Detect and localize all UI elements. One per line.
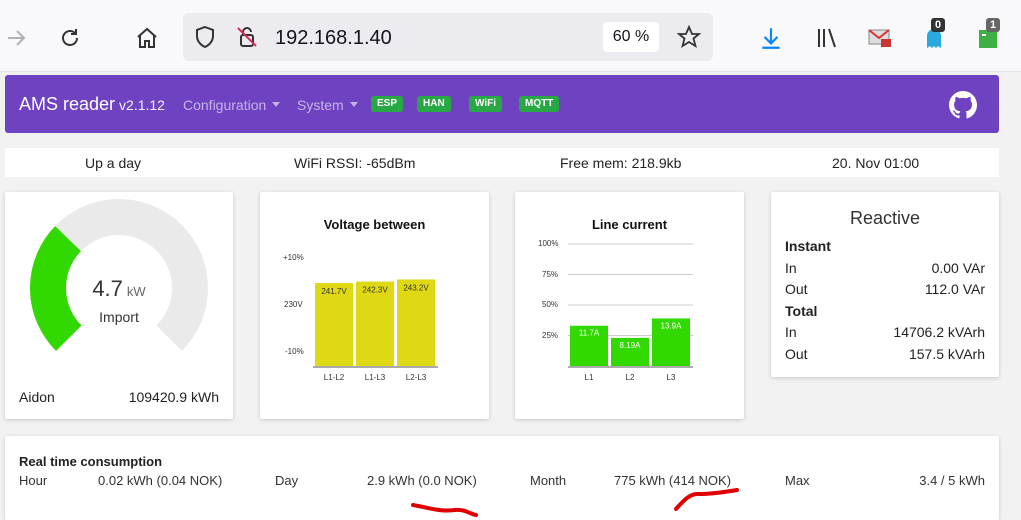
reload-icon[interactable] xyxy=(54,22,86,54)
voltage-bar-label: 243.2V xyxy=(403,283,429,292)
realtime-title: Real time consumption xyxy=(19,454,163,469)
gauge-value: 4.7 xyxy=(92,276,123,301)
status-pill-wifi: WiFi xyxy=(469,96,503,112)
meter-name: Aidon xyxy=(19,389,55,405)
home-icon[interactable] xyxy=(131,22,163,54)
reactive-card: Reactive Instant In 0.00 VAr Out 112.0 VAr… xyxy=(771,192,999,377)
system-status-bar: Up a day WiFi RSSI: -65dBm Free mem: 218… xyxy=(5,148,999,177)
month-value: 775 kWh (414 NOK) xyxy=(614,473,732,488)
row-label: Out xyxy=(785,281,808,297)
nav-system[interactable]: System xyxy=(297,97,358,113)
row-label: In xyxy=(785,324,797,340)
green-ext-badge: 1 xyxy=(986,18,1001,32)
shield-icon[interactable] xyxy=(189,21,221,53)
uptime-text: Up a day xyxy=(85,155,142,171)
nav-configuration-label: Configuration xyxy=(183,97,267,113)
status-pill-esp: ESP xyxy=(371,96,404,112)
voltage-chart: 241.7V L1-L2 242.3V L1-L3 243.2V L2-L3 xyxy=(313,279,438,382)
realtime-consumption-card: Real time consumption Hour 0.02 kWh (0.0… xyxy=(5,436,999,520)
reactive-instant-out-row: Out 112.0 VAr xyxy=(785,281,985,297)
extension-mail-icon[interactable] xyxy=(864,22,896,54)
voltage-bar-label: 242.3V xyxy=(362,286,388,295)
current-bar-label: 11.7A xyxy=(579,329,600,338)
reactive-total-out-row: Out 157.5 kVArh xyxy=(785,346,985,362)
gauge-value-wrap: 4.7 kW xyxy=(5,276,233,302)
chevron-down-icon xyxy=(272,102,281,107)
wifi-rssi-text: WiFi RSSI: -65dBm xyxy=(294,155,416,171)
reactive-instant-out-value: 112.0 VAr xyxy=(924,281,985,297)
free-mem-text: Free mem: 218.9kb xyxy=(560,155,682,171)
current-category-label: L2 xyxy=(626,373,635,382)
gauge-unit: kW xyxy=(126,284,146,299)
brand-version: v2.1.12 xyxy=(119,97,165,113)
current-category-label: L1 xyxy=(585,373,594,382)
reactive-instant-in-value: 0.00 VAr xyxy=(931,260,985,276)
current-bar-label: 8.19A xyxy=(620,341,642,350)
voltage-category-label: L2-L3 xyxy=(406,373,427,382)
reactive-total-in-row: In 14706.2 kVArh xyxy=(785,324,985,340)
current-category-label: L3 xyxy=(667,373,676,382)
current-chart: 11.7A L1 8.19A L2 13.9A L3 xyxy=(568,243,693,382)
month-label: Month xyxy=(530,473,567,488)
chevron-down-icon xyxy=(349,102,358,107)
reactive-total-heading: Total xyxy=(785,303,818,319)
voltage-card: Voltage between +10% 230V -10% 241.7V L1-… xyxy=(260,192,489,419)
reactive-instant-heading: Instant xyxy=(785,238,831,254)
row-label: In xyxy=(785,260,797,276)
zoom-indicator[interactable]: 60 % xyxy=(603,22,659,52)
current-card: Line current 100% 75% 50% 25% 11.7A L1 8.1… xyxy=(515,192,744,419)
reactive-instant-in-row: In 0.00 VAr xyxy=(785,260,985,276)
nav-system-label: System xyxy=(297,97,344,113)
voltage-bar-label: 241.7V xyxy=(321,287,347,296)
reactive-title: Reactive xyxy=(849,208,921,228)
github-icon[interactable] xyxy=(949,91,978,124)
url-text[interactable]: 192.168.1.40 xyxy=(275,27,392,50)
browser-toolbar: 192.168.1.40 60 % 0 1 xyxy=(0,0,1021,72)
datetime-text: 20. Nov 01:00 xyxy=(832,155,920,171)
max-label: Max xyxy=(785,473,810,488)
insecure-lock-icon[interactable] xyxy=(231,21,263,53)
bookmark-star-icon[interactable] xyxy=(673,21,705,53)
gauge-label: Import xyxy=(99,309,139,325)
nav-configuration[interactable]: Configuration xyxy=(183,97,281,113)
day-value: 2.9 kWh (0.0 NOK) xyxy=(367,473,477,488)
ghost-badge: 0 xyxy=(931,18,946,32)
brand[interactable]: AMS reader v2.1.12 xyxy=(19,94,165,115)
download-icon[interactable] xyxy=(755,22,787,54)
row-label: Out xyxy=(785,346,808,362)
current-bar-label: 13.9A xyxy=(661,321,683,330)
hour-value: 0.02 kWh (0.04 NOK) xyxy=(98,473,223,488)
status-pill-mqtt: MQTT xyxy=(519,96,560,112)
app-navbar: AMS reader v2.1.12 Configuration System E… xyxy=(5,75,999,133)
library-icon[interactable] xyxy=(811,22,843,54)
power-gauge-card: 4.7 kW Import Aidon 109420.9 kWh xyxy=(5,192,233,419)
reactive-total-in-value: 14706.2 kVArh xyxy=(893,324,985,340)
max-value: 3.4 / 5 kWh xyxy=(919,473,985,488)
voltage-category-label: L1-L2 xyxy=(324,373,345,382)
reactive-total-out-value: 157.5 kVArh xyxy=(908,346,985,362)
back-arrow-icon[interactable] xyxy=(0,22,32,54)
meter-reading: 109420.9 kWh xyxy=(128,389,219,405)
brand-name: AMS reader xyxy=(19,94,116,114)
address-bar[interactable]: 192.168.1.40 60 % xyxy=(183,13,713,61)
voltage-category-label: L1-L3 xyxy=(365,373,386,382)
hour-label: Hour xyxy=(19,473,48,488)
status-pill-han: HAN xyxy=(417,96,451,112)
day-label: Day xyxy=(275,473,299,488)
